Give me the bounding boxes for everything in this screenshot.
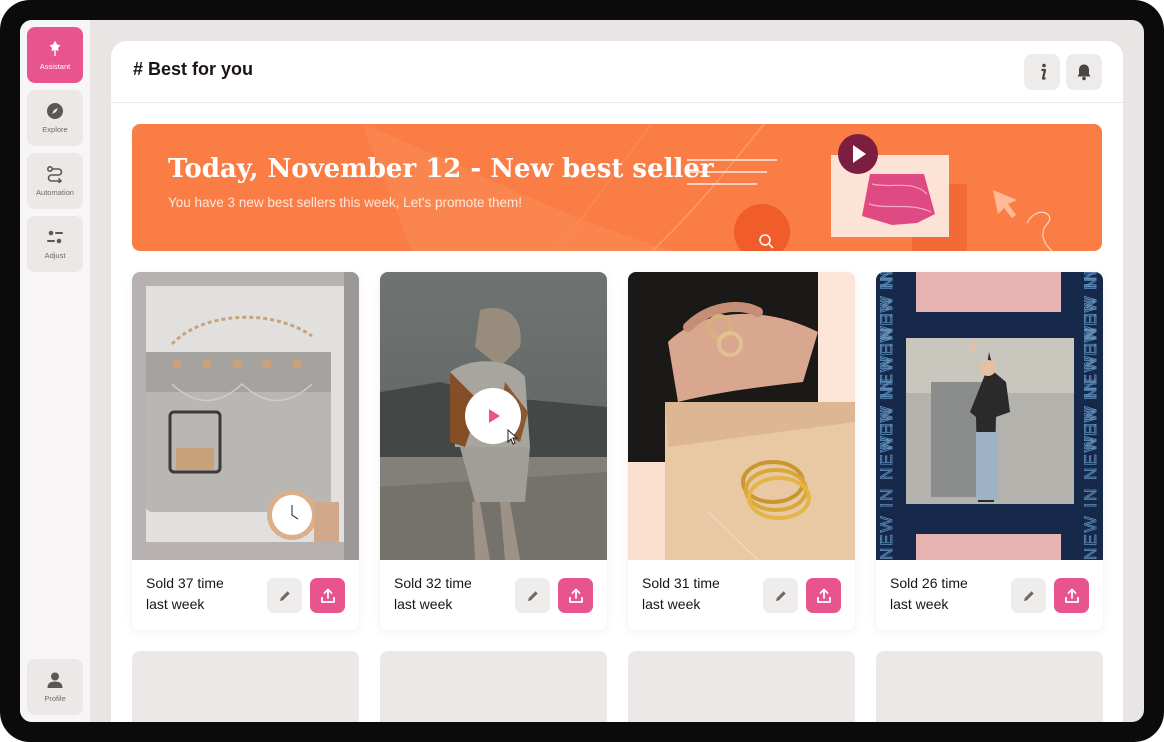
- loading-card-placeholder: [628, 651, 855, 722]
- upload-icon: [320, 588, 335, 603]
- edit-button[interactable]: [267, 578, 302, 613]
- sidebar-item-label: Explore: [42, 125, 68, 134]
- card-period: last week: [394, 596, 453, 612]
- card-sold-count: Sold 26 time: [890, 575, 968, 591]
- upload-icon: [568, 588, 583, 603]
- upload-icon: [1064, 588, 1079, 603]
- card-caption: Sold 26 time last week: [890, 573, 968, 615]
- sidebar-item-label: Assistant: [39, 62, 71, 71]
- user-icon: [47, 672, 63, 688]
- compass-icon: [47, 103, 63, 119]
- product-card[interactable]: Sold 31 time last week: [628, 272, 855, 630]
- sidebar-item-assistant[interactable]: Assistant: [27, 27, 83, 83]
- upload-icon: [816, 588, 831, 603]
- edit-button[interactable]: [1011, 578, 1046, 613]
- app-screen: Assistant Explore Automation Adjust Prof…: [20, 20, 1144, 722]
- sidebar-item-label: Automation: [36, 188, 74, 197]
- card-caption: Sold 37 time last week: [146, 573, 224, 615]
- notifications-button[interactable]: [1066, 54, 1102, 90]
- woman-on-beach-video[interactable]: [380, 272, 607, 560]
- banner-illustration: [362, 124, 1053, 251]
- loading-card-placeholder: [876, 651, 1103, 722]
- sidebar-item-explore[interactable]: Explore: [27, 90, 83, 146]
- pencil-icon: [527, 590, 538, 601]
- promo-banner: Today, November 12 - New best seller You…: [132, 124, 1102, 251]
- page-header: # Best for you: [111, 41, 1123, 103]
- pin-icon: [49, 40, 61, 56]
- share-button[interactable]: [310, 578, 345, 613]
- pencil-icon: [279, 590, 290, 601]
- poster-text-left-3: NEW IN NEW IN NEW IN: [877, 272, 896, 340]
- product-card[interactable]: Sold 37 time last week: [132, 272, 359, 630]
- page-title: # Best for you: [133, 59, 254, 79]
- rings-photo[interactable]: [628, 272, 855, 560]
- share-button[interactable]: [806, 578, 841, 613]
- new-in-poster-photo[interactable]: NEW IN NEW IN NEW IN NEW IN NEW IN NEW I…: [876, 272, 1103, 560]
- sidebar-item-label: Adjust: [44, 251, 66, 260]
- card-sold-count: Sold 37 time: [146, 575, 224, 591]
- product-card[interactable]: Sold 32 time last week: [380, 272, 607, 630]
- pencil-icon: [775, 590, 786, 601]
- sidebar: Assistant Explore Automation Adjust Prof…: [20, 20, 90, 722]
- card-caption: Sold 31 time last week: [642, 573, 720, 615]
- card-sold-count: Sold 32 time: [394, 575, 472, 591]
- product-card[interactable]: NEW IN NEW IN NEW IN NEW IN NEW IN NEW I…: [876, 272, 1103, 630]
- route-icon: [46, 165, 63, 183]
- card-caption: Sold 32 time last week: [394, 573, 472, 615]
- edit-button[interactable]: [763, 578, 798, 613]
- handbag-photo[interactable]: [132, 272, 359, 560]
- sidebar-item-label: Profile: [44, 694, 66, 703]
- sliders-icon: [47, 230, 63, 244]
- share-button[interactable]: [1054, 578, 1089, 613]
- card-period: last week: [146, 596, 205, 612]
- sidebar-item-profile[interactable]: Profile: [27, 659, 83, 715]
- info-button[interactable]: [1024, 54, 1060, 90]
- pencil-icon: [1023, 590, 1034, 601]
- banner-title: Today, November 12 - New best seller: [168, 154, 714, 184]
- bell-icon: [1077, 64, 1091, 81]
- loading-card-placeholder: [132, 651, 359, 722]
- sidebar-item-automation[interactable]: Automation: [27, 153, 83, 209]
- card-sold-count: Sold 31 time: [642, 575, 720, 591]
- device-frame: Assistant Explore Automation Adjust Prof…: [0, 0, 1164, 742]
- card-period: last week: [890, 596, 949, 612]
- sidebar-item-adjust[interactable]: Adjust: [27, 216, 83, 272]
- info-icon: [1041, 63, 1047, 80]
- poster-text-right-3: NEW IN NEW IN NEW IN: [1081, 272, 1100, 340]
- share-button[interactable]: [558, 578, 593, 613]
- loading-card-placeholder: [380, 651, 607, 722]
- main-panel: # Best for you Today, November 12 - New …: [111, 41, 1123, 722]
- banner-subtitle: You have 3 new best sellers this week, L…: [168, 195, 523, 210]
- card-period: last week: [642, 596, 701, 612]
- edit-button[interactable]: [515, 578, 550, 613]
